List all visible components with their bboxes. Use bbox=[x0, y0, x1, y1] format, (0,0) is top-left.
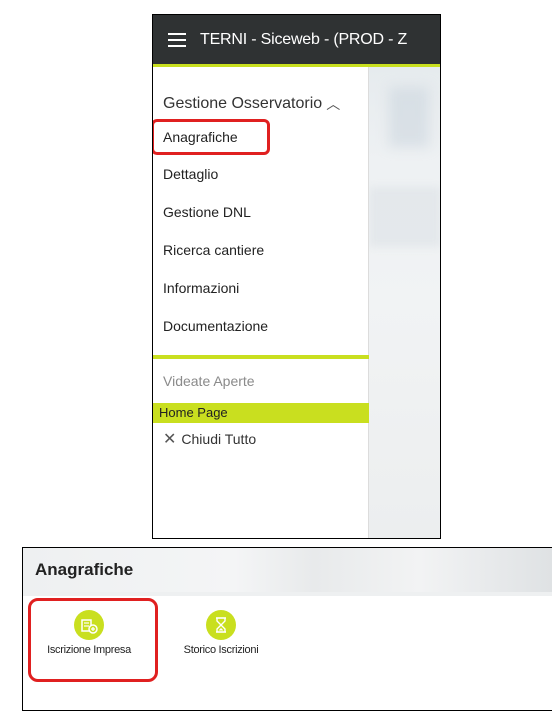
tile-storico-iscrizioni[interactable]: Storico Iscrizioni bbox=[171, 610, 271, 656]
open-view-home-page[interactable]: Home Page bbox=[153, 403, 369, 423]
menu-group-label: Gestione Osservatorio bbox=[163, 95, 323, 112]
open-view-label: Home Page bbox=[159, 405, 228, 420]
chevron-up-icon: ︿ bbox=[326, 96, 341, 112]
page-title: Anagrafiche bbox=[35, 560, 134, 579]
sidebar-screenshot: TERNI - Siceweb - (PROD - Z Gestione Oss… bbox=[152, 14, 441, 539]
tile-label: Storico Iscrizioni bbox=[183, 644, 259, 656]
close-icon: ✕ bbox=[163, 431, 177, 448]
tile-iscrizione-impresa[interactable]: Iscrizione Impresa bbox=[35, 610, 143, 656]
hourglass-icon bbox=[206, 610, 236, 640]
menu-group-gestione-osservatorio[interactable]: Gestione Osservatorio ︿ bbox=[153, 91, 340, 117]
sidebar-item-anagrafiche[interactable]: Anagrafiche bbox=[163, 126, 238, 148]
add-company-icon bbox=[74, 610, 104, 640]
section-divider bbox=[153, 355, 369, 359]
tile-label: Iscrizione Impresa bbox=[47, 644, 131, 656]
open-views-label: Videate Aperte bbox=[163, 373, 255, 389]
panel-header: Anagrafiche bbox=[23, 548, 552, 593]
sidebar-item-informazioni[interactable]: Informazioni bbox=[163, 277, 239, 299]
sidebar-menu: Gestione Osservatorio ︿ Anagrafiche Dett… bbox=[153, 67, 369, 538]
hamburger-menu-icon[interactable] bbox=[168, 32, 186, 47]
close-all-label: Chiudi Tutto bbox=[181, 431, 257, 447]
app-header: TERNI - Siceweb - (PROD - Z bbox=[153, 15, 440, 67]
sidebar-item-dettaglio[interactable]: Dettaglio bbox=[163, 163, 218, 185]
sidebar-item-gestione-dnl[interactable]: Gestione DNL bbox=[163, 201, 251, 223]
header-stripe bbox=[23, 592, 552, 596]
close-all-button[interactable]: ✕ Chiudi Tutto bbox=[163, 429, 256, 449]
content-background bbox=[369, 67, 440, 538]
sidebar-item-documentazione[interactable]: Documentazione bbox=[163, 315, 268, 337]
app-title: TERNI - Siceweb - (PROD - Z bbox=[200, 30, 408, 48]
sidebar-item-ricerca-cantiere[interactable]: Ricerca cantiere bbox=[163, 239, 264, 261]
anagrafiche-screenshot: Anagrafiche Iscrizione Impresa Storico I… bbox=[22, 547, 552, 711]
